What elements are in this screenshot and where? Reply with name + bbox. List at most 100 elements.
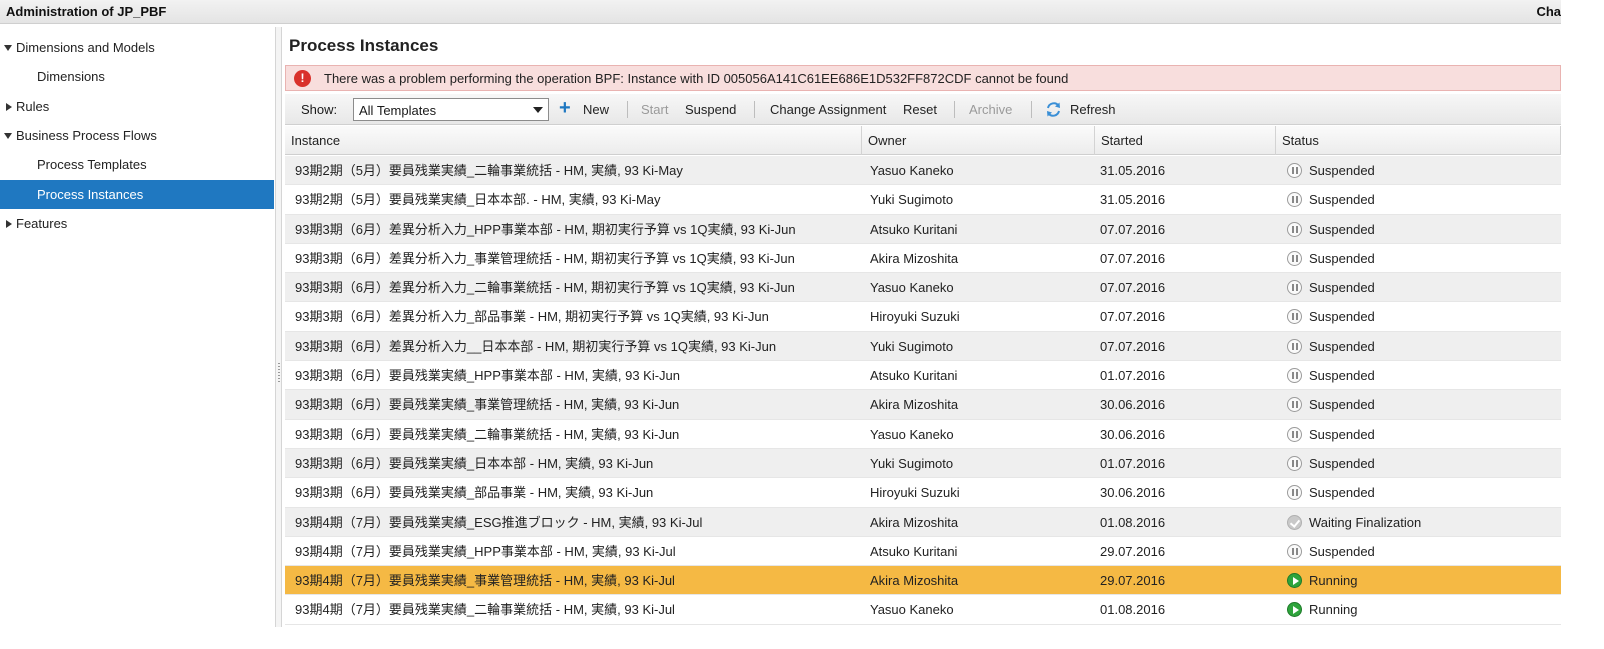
- table-row[interactable]: 93期3期（6月）差異分析入力__日本本部 - HM, 期初実行予算 vs 1Q…: [285, 331, 1561, 362]
- status-text: Suspended: [1309, 250, 1375, 266]
- table-row[interactable]: 93期4期（7月）要員残業実績_HPP事業本部 - HM, 実績, 93 Ki-…: [285, 536, 1561, 567]
- started-cell: 29.07.2016: [1100, 573, 1166, 589]
- sidebar-item-process-instances[interactable]: Process Instances: [0, 180, 274, 209]
- instance-cell: 93期3期（6月）差異分析入力__日本本部 - HM, 期初実行予算 vs 1Q…: [295, 338, 777, 354]
- new-button[interactable]: New: [583, 102, 609, 117]
- chevron-right-icon[interactable]: [6, 103, 12, 111]
- title-bar-right-label[interactable]: Cha: [1536, 4, 1561, 19]
- chevron-down-icon[interactable]: [4, 133, 12, 139]
- owner-cell: Akira Mizoshita: [870, 397, 959, 413]
- owner-cell: Hiroyuki Suzuki: [870, 309, 960, 325]
- owner-cell: Akira Mizoshita: [870, 514, 959, 530]
- status-cell: Suspended: [1285, 332, 1561, 361]
- suspended-status-icon: [1287, 368, 1302, 384]
- sidebar-item-dimensions[interactable]: Dimensions: [0, 62, 276, 91]
- table-row[interactable]: 93期3期（6月）差異分析入力_事業管理統括 - HM, 期初実行予算 vs 1…: [285, 243, 1561, 274]
- sidebar-item-rules[interactable]: Rules: [0, 92, 276, 121]
- splitter-grip-icon[interactable]: [278, 363, 280, 383]
- owner-cell: Akira Mizoshita: [870, 573, 959, 589]
- status-text: Suspended: [1309, 485, 1375, 501]
- status-cell: Suspended: [1285, 302, 1561, 331]
- instance-cell: 93期3期（6月）差異分析入力_部品事業 - HM, 期初実行予算 vs 1Q実…: [295, 309, 769, 325]
- started-cell: 30.06.2016: [1100, 397, 1166, 413]
- table-row[interactable]: 93期3期（6月）要員残業実績_HPP事業本部 - HM, 実績, 93 Ki-…: [285, 361, 1561, 391]
- table-row[interactable]: 93期3期（6月）要員残業実績_部品事業 - HM, 実績, 93 Ki-Jun…: [285, 478, 1561, 508]
- refresh-icon[interactable]: [1045, 101, 1062, 118]
- sidebar-item-process-templates[interactable]: Process Templates: [0, 150, 276, 179]
- page-title: Process Instances: [289, 36, 439, 55]
- column-header-owner[interactable]: Owner: [862, 126, 1095, 155]
- owner-cell: Yasuo Kaneko: [870, 602, 954, 618]
- title-bar: Administration of JP_PBF Cha: [0, 0, 1561, 24]
- suspended-status-icon: [1287, 221, 1302, 237]
- instance-cell: 93期4期（7月）要員残業実績_HPP事業本部 - HM, 実績, 93 Ki-…: [295, 543, 676, 559]
- suspended-status-icon: [1287, 280, 1302, 296]
- status-cell: Waiting Finalization: [1285, 508, 1561, 537]
- table-row[interactable]: 93期3期（6月）要員残業実績_事業管理統括 - HM, 実績, 93 Ki-J…: [285, 390, 1561, 420]
- status-text: Suspended: [1309, 455, 1375, 471]
- owner-cell: Atsuko Kuritani: [870, 543, 958, 559]
- instance-cell: 93期3期（6月）差異分析入力_二輪事業統括 - HM, 期初実行予算 vs 1…: [295, 280, 795, 296]
- suspended-status-icon: [1287, 485, 1302, 501]
- owner-cell: Atsuko Kuritani: [870, 221, 958, 237]
- sidebar-item-label: Rules: [16, 99, 50, 114]
- plus-icon[interactable]: +: [559, 98, 571, 118]
- archive-button[interactable]: Archive: [969, 102, 1012, 117]
- suspended-status-icon: [1287, 543, 1302, 559]
- status-text: Suspended: [1309, 221, 1375, 237]
- template-filter-select[interactable]: All Templates: [353, 98, 549, 121]
- status-text: Suspended: [1309, 309, 1375, 325]
- status-cell: Suspended: [1285, 537, 1561, 566]
- table-row[interactable]: 93期3期（6月）差異分析入力_部品事業 - HM, 期初実行予算 vs 1Q実…: [285, 302, 1561, 332]
- started-cell: 07.07.2016: [1100, 309, 1166, 325]
- started-cell: 07.07.2016: [1100, 338, 1166, 354]
- status-cell: Suspended: [1285, 390, 1561, 419]
- table-row[interactable]: 93期4期（7月）要員残業実績_ESG推進ブロック - HM, 実績, 93 K…: [285, 507, 1561, 537]
- table-row[interactable]: 93期2期（5月）要員残業実績_日本本部. - HM, 実績, 93 Ki-Ma…: [285, 185, 1561, 215]
- status-cell: Running: [1285, 595, 1561, 624]
- sidebar-item-features[interactable]: Features: [0, 209, 276, 238]
- start-button[interactable]: Start: [641, 102, 668, 117]
- sidebar-item-business-process-flows[interactable]: Business Process Flows: [0, 121, 276, 150]
- show-label: Show:: [301, 102, 338, 117]
- refresh-button[interactable]: Refresh: [1070, 102, 1116, 117]
- main-panel: Process Instances ! There was a problem …: [283, 27, 1561, 627]
- table-row[interactable]: 93期3期（6月）差異分析入力_二輪事業統括 - HM, 期初実行予算 vs 1…: [285, 273, 1561, 303]
- owner-cell: Yasuo Kaneko: [870, 280, 954, 296]
- reset-button[interactable]: Reset: [903, 102, 937, 117]
- column-header-status[interactable]: Status: [1276, 126, 1561, 155]
- pane-splitter[interactable]: [276, 27, 282, 627]
- dropdown-arrow-icon[interactable]: [533, 107, 543, 113]
- status-text: Suspended: [1309, 338, 1375, 354]
- suspended-status-icon: [1287, 192, 1302, 208]
- suspended-status-icon: [1287, 250, 1302, 266]
- table-row[interactable]: 93期3期（6月）要員残業実績_二輪事業統括 - HM, 実績, 93 Ki-J…: [285, 419, 1561, 449]
- sidebar-item-label: Dimensions and Models: [16, 40, 155, 55]
- chevron-down-icon[interactable]: [4, 45, 12, 51]
- sidebar-item-label: Process Templates: [37, 157, 147, 172]
- status-text: Suspended: [1309, 397, 1375, 413]
- process-instances-table: Instance Owner Started Status 93期2期（5月）要…: [285, 126, 1561, 627]
- status-cell: Running: [1285, 566, 1561, 595]
- column-header-instance[interactable]: Instance: [285, 126, 862, 155]
- status-cell: Suspended: [1285, 361, 1561, 390]
- status-text: Suspended: [1309, 192, 1375, 208]
- error-message-bar: ! There was a problem performing the ope…: [285, 65, 1561, 91]
- table-row[interactable]: 93期4期（7月）要員残業実績_事業管理統括 - HM, 実績, 93 Ki-J…: [285, 566, 1561, 596]
- instance-cell: 93期3期（6月）差異分析入力_HPP事業本部 - HM, 期初実行予算 vs …: [295, 221, 796, 237]
- instance-cell: 93期3期（6月）要員残業実績_事業管理統括 - HM, 実績, 93 Ki-J…: [295, 397, 680, 413]
- status-cell: Suspended: [1285, 156, 1561, 185]
- table-row[interactable]: 93期3期（6月）差異分析入力_HPP事業本部 - HM, 期初実行予算 vs …: [285, 214, 1561, 244]
- table-row[interactable]: 93期3期（6月）要員残業実績_日本本部 - HM, 実績, 93 Ki-Jun…: [285, 448, 1561, 479]
- suspend-button[interactable]: Suspend: [685, 102, 736, 117]
- sidebar: Dimensions and Models Dimensions Rules B…: [0, 27, 276, 627]
- started-cell: 01.08.2016: [1100, 514, 1166, 530]
- change-assignment-button[interactable]: Change Assignment: [770, 102, 886, 117]
- sidebar-item-dimensions-and-models[interactable]: Dimensions and Models: [0, 33, 276, 62]
- table-row[interactable]: 93期4期（7月）要員残業実績_二輪事業統括 - HM, 実績, 93 Ki-J…: [285, 595, 1561, 625]
- table-row[interactable]: 93期2期（5月）要員残業実績_二輪事業統括 - HM, 実績, 93 Ki-M…: [285, 156, 1561, 186]
- chevron-right-icon[interactable]: [6, 220, 12, 228]
- column-header-started[interactable]: Started: [1095, 126, 1276, 155]
- app-window: Administration of JP_PBF Cha Dimensions …: [0, 0, 1561, 627]
- status-cell: Suspended: [1285, 420, 1561, 449]
